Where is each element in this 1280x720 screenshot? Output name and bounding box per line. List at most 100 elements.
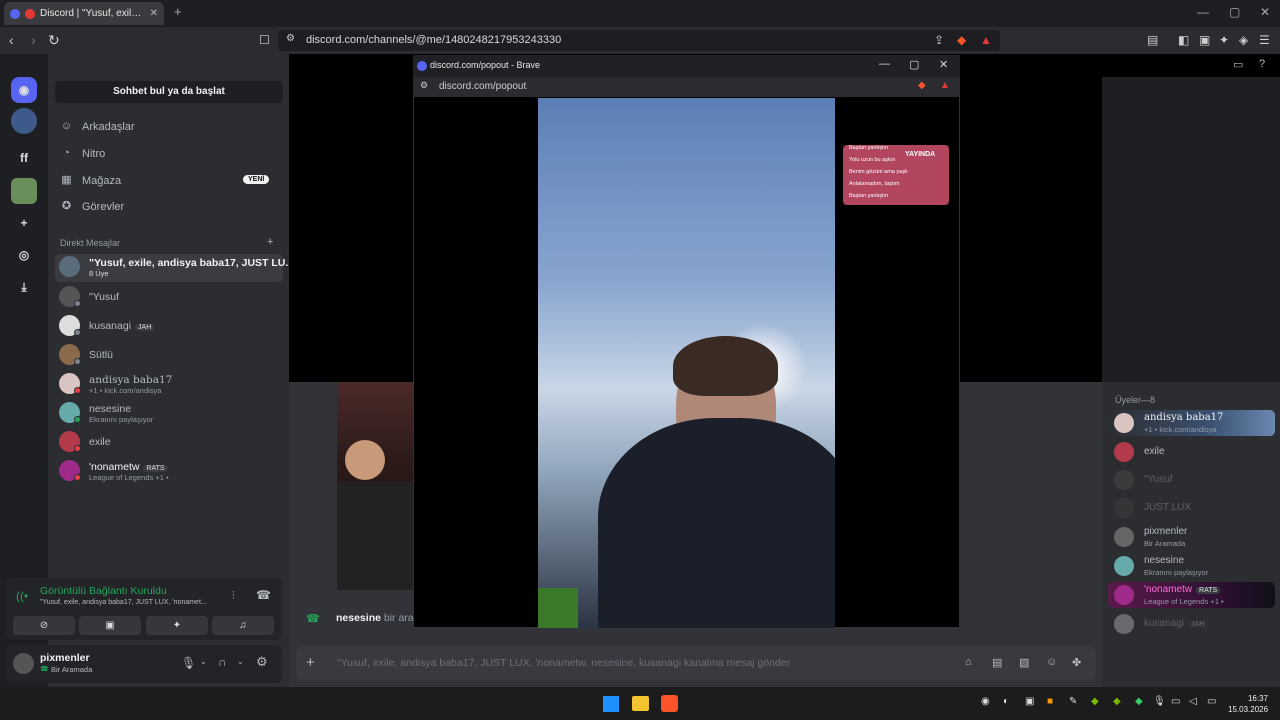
close-icon[interactable]: ✕	[939, 58, 948, 71]
brave-icon[interactable]	[661, 695, 678, 712]
chevron-down-icon[interactable]: ⌄	[200, 657, 207, 666]
minimize-icon[interactable]: —	[1197, 5, 1209, 19]
activities-button[interactable]: ✦	[146, 616, 208, 635]
server-ff[interactable]: ff	[11, 145, 37, 171]
browser-tab[interactable]: Discord | "Yusuf, exile, andisya baba17,…	[4, 2, 164, 25]
mic-icon[interactable]: 🎙︎	[181, 656, 196, 670]
mic-icon[interactable]: 🎙︎	[1153, 696, 1166, 707]
soundboard-icon[interactable]: ⫶	[232, 590, 235, 603]
headphones-icon[interactable]: ∩	[218, 655, 227, 669]
vpn-icon[interactable]: ◈	[1239, 33, 1248, 47]
avatar[interactable]	[13, 653, 34, 674]
clock[interactable]: 16:37 15.03.2026	[1228, 693, 1268, 715]
download-icon[interactable]: ⤓	[11, 274, 37, 300]
popout-url[interactable]: discord.com/popout	[439, 81, 526, 92]
dm-item-sutlu[interactable]: Sütlü	[55, 342, 283, 370]
member-pixmenler[interactable]: pixmenler Bir Aramada	[1108, 524, 1275, 550]
close-tab-icon[interactable]: ✕	[150, 8, 158, 19]
site-settings-icon[interactable]: ⚙	[286, 33, 295, 44]
gift-icon[interactable]: ⌂	[965, 656, 972, 668]
disconnect-icon[interactable]: ☎	[256, 588, 271, 602]
tray-icon[interactable]: ■	[1047, 696, 1053, 707]
add-server-icon[interactable]: +	[11, 210, 37, 236]
video-tile[interactable]	[337, 382, 413, 590]
overlay-line: Baştan yanlıştın	[849, 145, 889, 151]
apps-icon[interactable]: ✤	[1072, 656, 1081, 669]
member-kusanagi[interactable]: kusanagi JAH	[1108, 611, 1275, 637]
maximize-icon[interactable]: ▢	[909, 58, 919, 71]
dm-item-andisya[interactable]: andisya baba17 +1 • kick.com/andisya	[55, 371, 283, 399]
network-icon[interactable]: ▭	[1171, 696, 1180, 707]
tray-icon[interactable]: ◆	[1113, 696, 1121, 707]
discover-icon[interactable]: ◎	[11, 242, 37, 268]
member-nonametw[interactable]: 'nonametw RATS League of Legends +1 •	[1108, 582, 1275, 608]
member-andisya[interactable]: andisya baba17 +1 • kick.com/andisya	[1108, 410, 1275, 436]
sticker-icon[interactable]: ▧	[1019, 656, 1029, 669]
dm-item-group[interactable]: "Yusuf, exile, andisya baba17, JUST LU..…	[55, 254, 294, 282]
battery-icon[interactable]: ▭	[1207, 696, 1216, 707]
emoji-icon[interactable]: ☺	[1046, 656, 1057, 668]
panel-icon[interactable]: ◧	[1178, 33, 1189, 47]
member-exile[interactable]: exile	[1108, 439, 1275, 465]
share-icon[interactable]: ⇪	[934, 33, 944, 47]
server-avatar-2[interactable]	[11, 178, 37, 204]
inbox-icon[interactable]: ▭	[1233, 58, 1243, 71]
dm-item-nesesine[interactable]: nesesine Ekranını paylaşıyor	[55, 400, 283, 428]
nav-nitro[interactable]: ◔ Nitro	[60, 147, 105, 160]
bookmark-icon[interactable]: ☐	[259, 33, 270, 47]
dm-item-exile[interactable]: exile	[55, 429, 283, 457]
overlay-line: Benim gözüm ama yaşlı	[849, 169, 908, 175]
site-settings-icon[interactable]: ⚙	[420, 80, 428, 91]
chevron-down-icon[interactable]: ⌄	[237, 657, 244, 666]
help-icon[interactable]: ?	[1259, 58, 1265, 70]
nav-shop[interactable]: ▦ Mağaza	[60, 174, 121, 187]
nvidia-icon[interactable]: ◆	[1091, 696, 1099, 707]
wallet-icon[interactable]: ▣	[1199, 33, 1210, 47]
tray-icon[interactable]: ◆	[1135, 696, 1143, 707]
close-window-icon[interactable]: ✕	[1260, 5, 1270, 19]
dm-item-kusanagi[interactable]: kusanagi JAH	[55, 313, 283, 341]
rewards-icon[interactable]: ▲	[980, 33, 992, 47]
gif-icon[interactable]: ▤	[992, 656, 1002, 669]
menu-icon[interactable]: ☰	[1259, 33, 1270, 47]
minimize-icon[interactable]: —	[879, 58, 890, 70]
tray-icon[interactable]: ◐	[1003, 696, 1009, 707]
dm-item-nonametw[interactable]: 'nonametw RATS League of Legends +1 •	[55, 458, 283, 486]
find-conversation-button[interactable]: Sohbet bul ya da başlat	[55, 81, 283, 103]
reload-icon[interactable]: ↻	[48, 32, 60, 49]
forward-icon[interactable]: ›	[31, 32, 36, 48]
brave-shield-icon[interactable]: ◆	[918, 80, 926, 91]
attach-icon[interactable]: +	[306, 654, 315, 671]
volume-icon[interactable]: ◁	[1189, 696, 1197, 707]
file-explorer-icon[interactable]	[632, 696, 649, 711]
tray-icon[interactable]: ◉	[981, 696, 990, 707]
dm-item-yusuf[interactable]: "Yusuf	[55, 284, 283, 312]
sidebar-toggle-icon[interactable]: ▤	[1147, 33, 1158, 47]
clock-time: 16:37	[1247, 694, 1268, 703]
voice-status-title[interactable]: Görüntülü Bağlantı Kuruldu	[40, 585, 167, 597]
maximize-icon[interactable]: ▢	[1229, 5, 1240, 19]
stream-video[interactable]	[538, 98, 835, 628]
start-icon[interactable]	[603, 696, 619, 712]
tray-icon[interactable]: ✎	[1069, 696, 1077, 707]
brave-shield-icon[interactable]: ◆	[957, 33, 966, 47]
back-icon[interactable]: ‹	[9, 32, 14, 48]
discord-home-icon[interactable]: ◉	[11, 77, 37, 103]
create-dm-button[interactable]: +	[267, 236, 273, 248]
server-avatar[interactable]	[11, 108, 37, 134]
screen-share-button[interactable]: ▣	[79, 616, 141, 635]
settings-icon[interactable]: ⚙	[256, 654, 268, 670]
tray-icon[interactable]: ▣	[1025, 696, 1034, 707]
leo-icon[interactable]: ✦	[1219, 33, 1229, 47]
nav-friends[interactable]: ☺ Arkadaşlar	[60, 120, 135, 133]
nav-quests[interactable]: ✪ Görevler	[60, 200, 124, 213]
soundboard-button[interactable]: ♫	[212, 616, 274, 635]
signal-icon[interactable]: ((•	[16, 589, 28, 603]
member-nesesine[interactable]: nesesine Ekranını paylaşıyor	[1108, 553, 1275, 579]
camera-toggle-button[interactable]: ⊘	[13, 616, 75, 635]
url-text[interactable]: discord.com/channels/@me/148024821795324…	[306, 34, 561, 46]
member-justlux[interactable]: JUST LUX	[1108, 495, 1275, 521]
new-tab-button[interactable]: +	[174, 4, 182, 19]
rewards-icon[interactable]: ▲	[940, 80, 950, 91]
member-yusuf[interactable]: "Yusuf	[1108, 467, 1275, 493]
